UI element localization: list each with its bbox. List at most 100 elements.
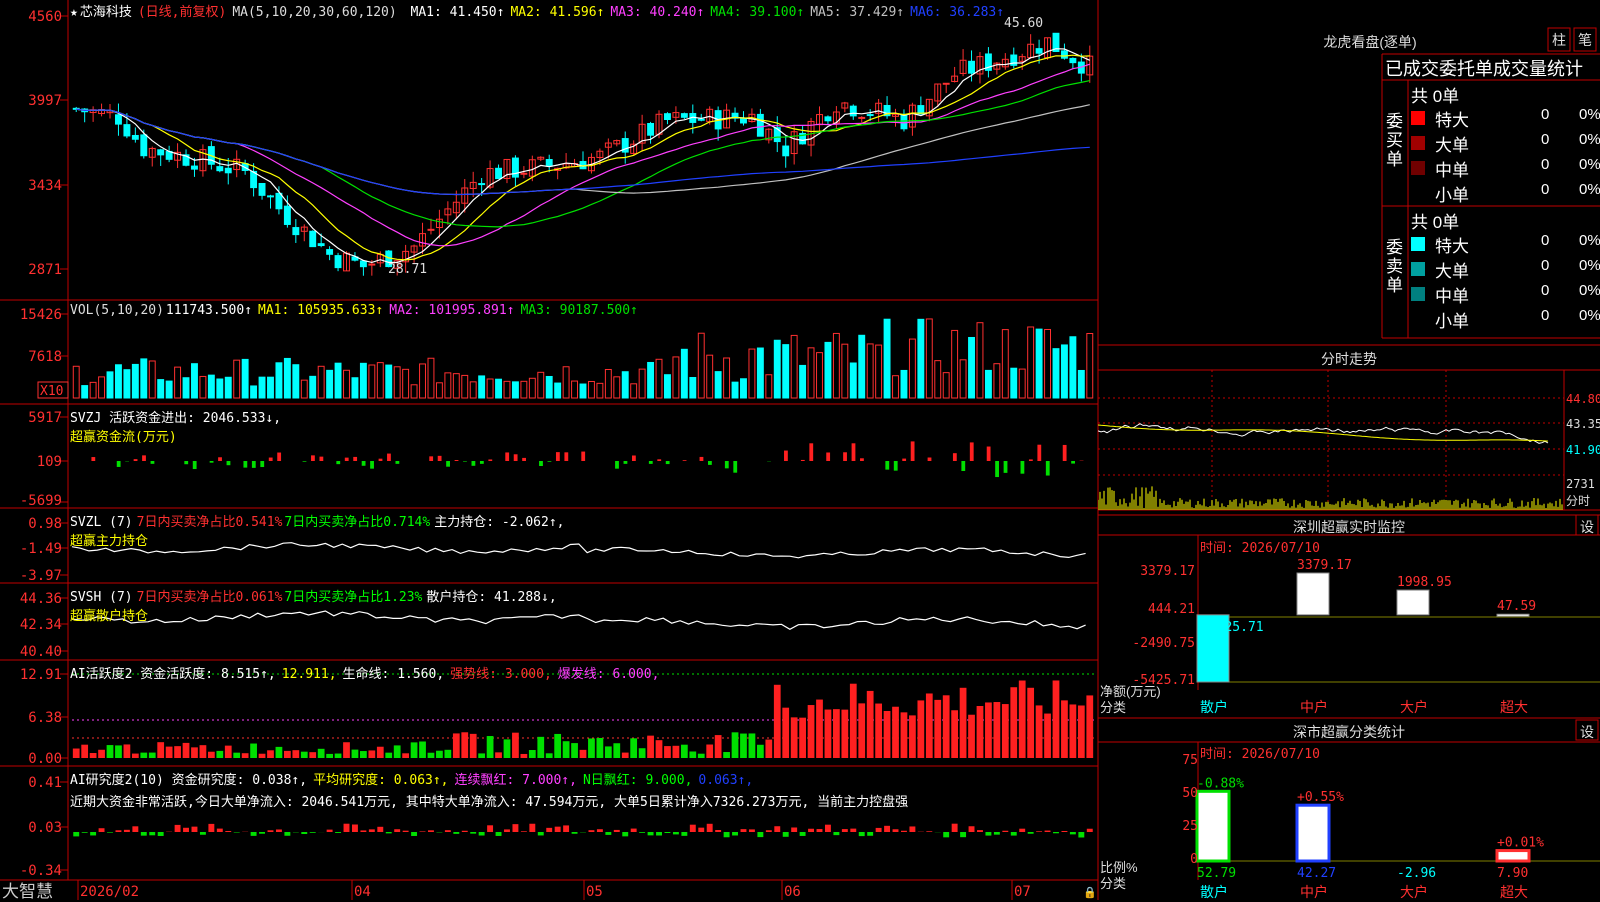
sz-monitor-date: 时间: 2026/07/10	[1200, 537, 1320, 556]
volume-bar	[276, 363, 282, 398]
sz-class-axis-label: 0	[1168, 852, 1198, 867]
svzl-header: SVZL (7)7日内买卖净占比0.541%7日内买卖净占比0.714%主力持仓…	[70, 511, 571, 549]
research-bar	[859, 832, 865, 836]
lhb-row: 小单00%	[1411, 181, 1600, 205]
activity-bar	[520, 754, 527, 758]
volume-bar	[783, 345, 789, 398]
activity-bar	[808, 705, 815, 758]
activity-bar	[723, 752, 730, 758]
svsh-p3: 散户持仓: 41.288↓,	[426, 590, 556, 605]
star-icon[interactable]: ★	[70, 5, 78, 20]
research-bar	[445, 830, 451, 832]
svsh-header: SVSH (7)7日内买卖净占比0.061%7日内买卖净占比1.23%散户持仓:…	[70, 586, 563, 624]
research-bar	[73, 832, 79, 836]
activity-bar	[926, 693, 933, 758]
svzj-bar	[269, 458, 273, 461]
tab-bar-view[interactable]: 柱	[1548, 30, 1570, 50]
volume-bar	[707, 355, 713, 398]
research-bar	[800, 832, 806, 836]
volume-bar	[1070, 337, 1076, 398]
svzj-bar	[117, 461, 121, 467]
sz-monitor-settings-button[interactable]: 设	[1576, 517, 1598, 537]
activity-bar	[985, 702, 992, 758]
ai1-p5: 爆发线: 6.000,	[558, 667, 660, 682]
sz-class-bar	[1197, 791, 1229, 861]
svzl-p1: 7日内买卖净占比0.541%	[137, 515, 283, 530]
research-bar	[124, 830, 130, 832]
svzj-bar	[852, 443, 856, 461]
activity-bar	[706, 745, 713, 758]
activity-bar	[73, 749, 80, 758]
sz-monitor-category: 超大	[1500, 697, 1528, 717]
activity-bar	[487, 736, 494, 758]
sell-side-label: 委卖单	[1386, 238, 1404, 295]
vol-ma3: MA3: 90187.500↑	[520, 303, 637, 318]
svsh-axis-label: 44.36	[20, 591, 62, 607]
volume-bar	[960, 360, 966, 398]
volume-bar	[268, 377, 274, 398]
activity-bar	[977, 706, 984, 758]
activity-bar	[563, 741, 570, 758]
research-bar	[1070, 832, 1076, 834]
lhb-color-swatch	[1411, 262, 1425, 276]
tab-tick-view[interactable]: 笔	[1574, 30, 1596, 50]
svzj-bar	[370, 461, 374, 469]
research-bar	[394, 829, 400, 832]
research-bar	[335, 832, 341, 833]
volume-bar	[648, 362, 654, 398]
volume-bar	[741, 379, 747, 398]
research-bar	[420, 831, 426, 832]
volume-bar	[386, 365, 392, 398]
kline-header: ★芯海科技(日线,前复权)MA(5,10,20,30,60,120) MA1: …	[70, 1, 1016, 20]
price-axis-label: 3434	[28, 178, 62, 194]
sz-class-value: 42.27	[1297, 866, 1336, 881]
lhb-row-pct: 0%	[1579, 307, 1600, 324]
ai2-p1: AI研究度2(10) 资金研究度: 0.038↑,	[70, 773, 307, 788]
svzj-bar	[632, 455, 636, 461]
volume-bar	[377, 363, 383, 398]
research-bar	[1061, 831, 1067, 832]
ai2-p2: 平均研究度: 0.063↑,	[313, 773, 448, 788]
activity-bar	[157, 742, 164, 758]
svzj-bar	[345, 458, 349, 461]
activity-bar	[444, 750, 451, 758]
lhb-color-swatch	[1411, 161, 1425, 175]
activity-bar	[1044, 714, 1051, 758]
activity-bar	[749, 733, 756, 758]
activity-bar	[673, 746, 680, 758]
intraday-vol-label: 分时	[1566, 494, 1590, 508]
lhb-row-name: 特大	[1435, 106, 1469, 131]
svzl-subtitle: 超赢主力持仓	[70, 530, 571, 549]
time-axis-label: 04	[354, 884, 371, 900]
sz-class-settings-button[interactable]: 设	[1576, 722, 1598, 742]
svzj-bar	[970, 442, 974, 461]
candle-body	[521, 173, 527, 174]
activity-bar	[554, 734, 561, 758]
chart-mode[interactable]: (日线,前复权)	[138, 5, 226, 20]
volume-bar	[817, 353, 823, 398]
volume-bar	[124, 370, 130, 398]
price-axis-label: 3997	[28, 93, 62, 109]
lhb-row-pct: 0%	[1579, 257, 1600, 274]
volume-bar	[310, 376, 316, 398]
svzj-bar	[902, 459, 906, 461]
svzj-bar	[1046, 461, 1050, 476]
volume-bar	[876, 345, 882, 398]
research-bar	[926, 831, 932, 832]
research-bar	[893, 829, 899, 832]
activity-bar	[698, 754, 705, 758]
activity-bar	[352, 750, 359, 758]
svzj-bar	[615, 461, 619, 469]
volume-bar	[369, 365, 375, 398]
lhb-color-swatch	[1411, 312, 1425, 326]
vol-ma2: MA2: 101995.891↑	[389, 303, 514, 318]
ai2-axis-label: 0.03	[28, 820, 62, 836]
activity-bar	[715, 735, 722, 758]
activity-bar	[1002, 704, 1009, 758]
volume-bar	[833, 333, 839, 398]
volume-bar	[774, 340, 780, 398]
research-bar	[99, 828, 105, 832]
activity-bar	[951, 710, 958, 758]
research-bar	[783, 832, 789, 837]
ai2-comment: 近期大资金非常活跃,今日大单净流入: 2046.541万元, 其中特大单净流入:…	[70, 791, 908, 810]
